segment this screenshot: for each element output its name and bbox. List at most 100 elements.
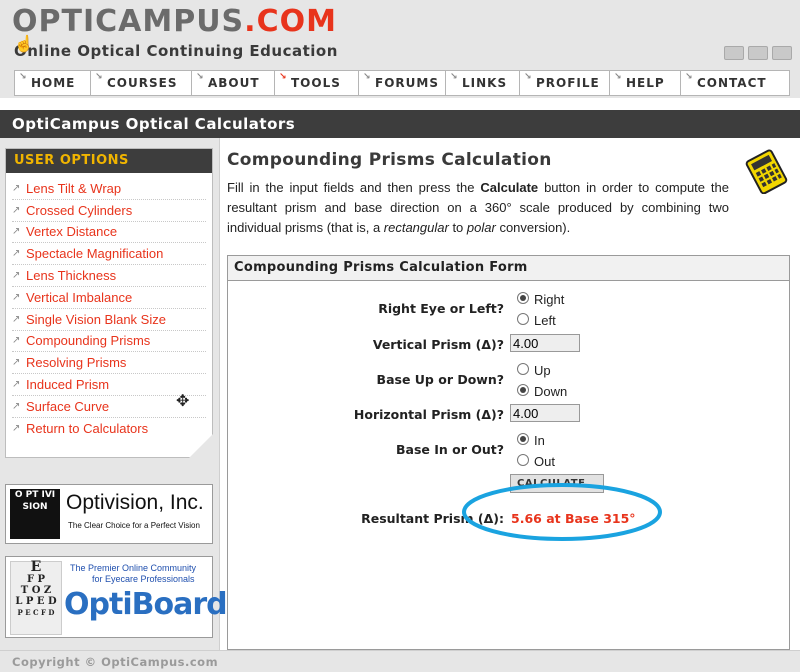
arrow-icon: ↗ xyxy=(12,204,21,216)
eye-right-radio[interactable] xyxy=(517,292,529,304)
main-nav: ↘ HOME ↘ COURSES ↘ ABOUT ↘ TOOLS ↘ FORUMS ↘ LI… xyxy=(0,68,800,98)
nav-label: HOME xyxy=(31,76,76,90)
sidebar-item-return-to-calculators[interactable]: ↗ Return to Calculators xyxy=(12,418,206,439)
sidebar-item-spectacle-magnification[interactable]: ↗ Spectacle Magnification xyxy=(12,243,206,266)
base-up-radio[interactable] xyxy=(517,363,529,375)
calculator-heading: Compounding Prisms Calculation xyxy=(227,150,552,170)
nav-help[interactable]: ↘ HELP xyxy=(610,71,681,95)
base-down-label[interactable]: Down xyxy=(534,384,567,399)
sidebar-item-single-vision-blank-size[interactable]: ↗ Single Vision Blank Size xyxy=(12,309,206,331)
base-down-radio[interactable] xyxy=(517,384,529,396)
optivision-logo: O PT IVI SION xyxy=(10,489,60,539)
vertical-prism-label: Vertical Prism (Δ)? xyxy=(372,337,504,352)
sidebar-item-label: Return to Calculators xyxy=(26,420,149,436)
window-button-1[interactable] xyxy=(724,46,744,60)
nav-tools[interactable]: ↘ TOOLS xyxy=(275,71,359,95)
logo-dot-com: .COM xyxy=(244,4,337,39)
arrow-icon: ↗ xyxy=(12,313,21,325)
arrow-icon: ↗ xyxy=(12,335,21,347)
base-in-label[interactable]: In xyxy=(534,433,545,448)
nav-label: HELP xyxy=(626,76,665,90)
sidebar-item-label: Vertical Imbalance xyxy=(26,289,133,305)
nav-links[interactable]: ↘ LINKS xyxy=(446,71,520,95)
nav-home[interactable]: ↘ HOME xyxy=(15,71,91,95)
calculation-form: Compounding Prisms Calculation Form xyxy=(227,255,790,650)
optiboard-name: OptiBoard xyxy=(64,587,228,622)
optiboard-tagline-1: The Premier Online Community xyxy=(70,563,197,573)
optiboard-ad[interactable]: EF PT O ZL P E DP E C F D The Premier On… xyxy=(5,556,228,638)
nav-bar: ↘ HOME ↘ COURSES ↘ ABOUT ↘ TOOLS ↘ FORUMS ↘ LI… xyxy=(14,70,790,96)
window-button-2[interactable] xyxy=(748,46,768,60)
page-title: OptiCampus Optical Calculators xyxy=(0,110,800,138)
arrow-icon: ↘ xyxy=(450,72,459,82)
nav-label: PROFILE xyxy=(536,76,600,90)
sidebar-item-crossed-cylinders[interactable]: ↗ Crossed Cylinders xyxy=(12,200,206,222)
copyright-text: Copyright © OptiCampus.com xyxy=(12,655,219,669)
nav-profile[interactable]: ↘ PROFILE xyxy=(520,71,610,95)
sidebar-item-label: Resolving Prisms xyxy=(26,355,127,371)
sidebar-item-label: Vertex Distance xyxy=(26,224,118,240)
sidebar-item-compounding-prisms[interactable]: ↗ Compounding Prisms xyxy=(12,331,206,353)
intro-text-3: to xyxy=(448,220,467,235)
left-sidebar: USER OPTIONS ↗ Lens Tilt & Wrap ↗ Crossed … xyxy=(0,138,228,650)
arrow-icon: ↘ xyxy=(95,72,104,82)
move-cursor-icon: ✥ xyxy=(176,393,190,410)
arrow-icon: ↗ xyxy=(12,357,21,369)
user-options-heading: USER OPTIONS xyxy=(6,149,212,173)
arrow-icon: ↘ xyxy=(363,72,372,82)
site-header: OPTICAMPUS.COM Online Optical Continuing… xyxy=(0,0,800,68)
arrow-icon: ↗ xyxy=(12,248,21,260)
intro-polar-word: polar xyxy=(466,220,496,235)
arrow-icon: ↘ xyxy=(279,72,288,82)
sidebar-item-label: Spectacle Magnification xyxy=(26,246,164,262)
eye-chart-image: EF PT O ZL P E DP E C F D xyxy=(10,560,62,635)
site-logo[interactable]: OPTICAMPUS.COM xyxy=(12,4,337,39)
form-heading: Compounding Prisms Calculation Form xyxy=(228,256,789,281)
arrow-icon: ↗ xyxy=(12,422,21,434)
nav-about[interactable]: ↘ ABOUT xyxy=(192,71,275,95)
sidebar-item-label: Lens Tilt & Wrap xyxy=(26,180,122,196)
eye-left-label[interactable]: Left xyxy=(534,313,556,328)
sidebar-item-vertical-imbalance[interactable]: ↗ Vertical Imbalance xyxy=(12,287,206,309)
site-footer: Copyright © OptiCampus.com xyxy=(0,650,800,672)
sidebar-item-resolving-prisms[interactable]: ↗ Resolving Prisms xyxy=(12,352,206,375)
nav-label: COURSES xyxy=(107,76,178,90)
vertical-prism-input[interactable] xyxy=(510,334,580,352)
optiboard-tagline-2: for Eyecare Professionals xyxy=(92,574,195,584)
base-up-label[interactable]: Up xyxy=(534,363,551,378)
sidebar-item-lens-tilt-wrap[interactable]: ↗ Lens Tilt & Wrap xyxy=(12,178,206,200)
base-up-down-label: Base Up or Down? xyxy=(376,372,504,387)
base-in-radio[interactable] xyxy=(517,433,529,445)
base-in-out-label: Base In or Out? xyxy=(396,442,504,457)
eye-label: Right Eye or Left? xyxy=(378,301,504,316)
arrow-icon: ↘ xyxy=(614,72,623,82)
sidebar-item-label: Lens Thickness xyxy=(26,268,117,284)
sidebar-item-lens-thickness[interactable]: ↗ Lens Thickness xyxy=(12,265,206,287)
arrow-icon: ↘ xyxy=(196,72,205,82)
eye-left-radio[interactable] xyxy=(517,313,529,325)
intro-rectangular-word: rectangular xyxy=(383,220,449,235)
eye-right-label[interactable]: Right xyxy=(534,292,564,307)
intro-text-4: conversion). xyxy=(495,220,571,235)
optivision-slogan: The Clear Choice for a Perfect Vision xyxy=(68,521,200,530)
logo-main: OPTICAMPUS xyxy=(12,4,245,39)
sidebar-item-vertex-distance[interactable]: ↗ Vertex Distance xyxy=(12,222,206,244)
nav-label: CONTACT xyxy=(697,76,767,90)
calculator-icon xyxy=(745,149,788,194)
horizontal-prism-input[interactable] xyxy=(510,404,580,422)
nav-label: ABOUT xyxy=(208,76,260,90)
nav-forums[interactable]: ↘ FORUMS xyxy=(359,71,446,95)
arrow-icon: ↗ xyxy=(12,400,21,412)
nav-label: FORUMS xyxy=(375,76,439,90)
nav-label: TOOLS xyxy=(291,76,341,90)
base-out-label[interactable]: Out xyxy=(534,454,555,469)
sidebar-item-label: Single Vision Blank Size xyxy=(26,311,166,327)
sidebar-item-label: Crossed Cylinders xyxy=(26,202,133,218)
window-button-3[interactable] xyxy=(772,46,792,60)
optivision-ad[interactable]: O PT IVI SION Optivision, Inc. The Clear… xyxy=(5,484,213,544)
nav-contact[interactable]: ↘ CONTACT xyxy=(681,71,781,95)
sidebar-item-label: Induced Prism xyxy=(26,377,110,393)
sidebar-item-label: Compounding Prisms xyxy=(26,333,151,349)
base-out-radio[interactable] xyxy=(517,454,529,466)
nav-courses[interactable]: ↘ COURSES xyxy=(91,71,192,95)
